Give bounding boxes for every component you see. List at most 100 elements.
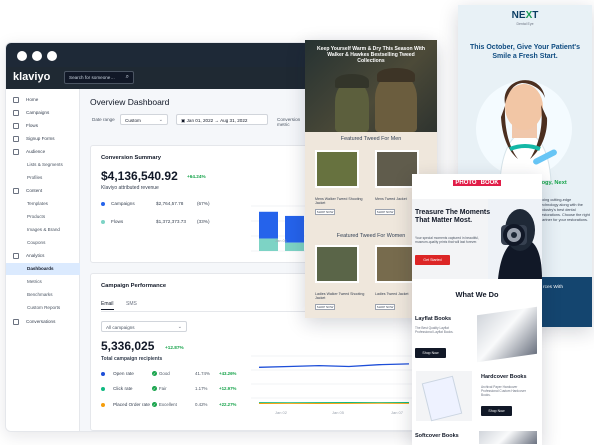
metric-change: +12.97% — [219, 386, 237, 391]
hardcover-books-copy: Archival Paper Hardcover Professional Cu… — [481, 385, 526, 397]
shop-now-button[interactable]: SHOP NOW — [375, 209, 395, 215]
shop-now-button[interactable]: SHOP NOW — [315, 304, 335, 310]
sidebar-item-label: Signup Forms — [26, 136, 55, 141]
metric-rate: 0.42% — [195, 402, 208, 407]
chevron-down-icon: ⌄ — [158, 117, 163, 123]
open-rate-line — [258, 363, 410, 368]
product-label: Mens Walker Tweed Shooting Jacket — [315, 197, 363, 205]
men-section-title: Featured Tweed For Men — [340, 136, 402, 142]
search-input[interactable]: Search for someone… ⌕ — [64, 71, 134, 84]
sidebar-item-images-brand[interactable]: Images & Brand — [6, 224, 80, 236]
sidebar-item-lists-segments[interactable]: Lists & Segments — [6, 159, 80, 171]
dashboard-filters: Date range Custom ⌄ ▣ Jan 01, 2022 → Aug … — [92, 114, 300, 129]
hardcover-book-image — [416, 371, 472, 422]
sidebar-navigation: Home Campaigns Flows Signup Forms Audience Li… — [6, 89, 80, 431]
date-range-select[interactable]: Custom ⌄ — [120, 114, 168, 125]
campaign-metric-row: Placed Order rate — [101, 402, 150, 407]
shop-now-button[interactable]: SHOP NOW — [375, 304, 395, 310]
legend-dot — [101, 371, 105, 376]
analytics-icon — [13, 253, 19, 259]
dentist-image — [476, 80, 572, 181]
window-control-dot[interactable] — [47, 51, 57, 61]
layflat-books-title: Layflat Books — [415, 316, 452, 322]
search-icon[interactable]: ⌕ — [126, 74, 129, 81]
what-we-do-title: What We Do — [455, 290, 499, 299]
window-control-dot[interactable] — [32, 51, 42, 61]
sidebar-item-metrics[interactable]: Metrics — [6, 276, 80, 288]
status-label: Fair — [159, 386, 167, 391]
sidebar-item-campaigns[interactable]: Campaigns — [6, 107, 80, 119]
attributed-revenue-label: Klaviyo attributed revenue — [101, 185, 159, 191]
model-woman-image — [335, 82, 369, 132]
sidebar-item-content[interactable]: Content — [6, 185, 80, 197]
sidebar-item-dashboards[interactable]: Dashboards — [6, 263, 80, 275]
sidebar-item-label: Profiles — [27, 175, 43, 180]
sidebar-item-label: Products — [27, 214, 46, 219]
sidebar-item-analytics[interactable]: Analytics — [6, 250, 80, 262]
campaign-filter-select[interactable]: All campaigns ⌄ — [101, 321, 187, 332]
tab-sms[interactable]: SMS — [126, 301, 137, 307]
sidebar-item-label: Home — [26, 97, 39, 102]
metric-change: +22.27% — [219, 402, 237, 407]
sidebar-item-signup-forms[interactable]: Signup Forms — [6, 133, 80, 145]
revenue-change: +64.24% — [187, 174, 206, 179]
campaign-x-tick: Jan 05 — [332, 410, 345, 415]
metric-benchmark-status: ✓ Excellent — [152, 402, 177, 407]
campaign-x-tick: Jan 02 — [275, 410, 288, 415]
sidebar-item-label: Templates — [27, 201, 48, 206]
photobook-logo-book: BOOK — [478, 180, 501, 186]
shop-now-button[interactable]: Shop Now — [415, 348, 446, 358]
sidebar-item-products[interactable]: Products — [6, 211, 80, 223]
layflat-book-image — [477, 306, 537, 363]
sidebar-item-label: Benchmarks — [27, 292, 53, 297]
sidebar-item-audience[interactable]: Audience — [6, 146, 80, 158]
conversion-share: (67%) — [197, 201, 210, 206]
campaign-recipients-label: Total campaign recipients — [101, 356, 163, 362]
man-hat-image — [377, 68, 415, 82]
date-range-value: Custom — [125, 118, 141, 123]
next-banner-text: rces With — [543, 285, 563, 290]
next-logo-subtitle: Dental Eye — [516, 22, 534, 26]
status-label: Good — [159, 371, 170, 376]
sidebar-item-conversations[interactable]: Conversations — [6, 316, 80, 328]
klaviyo-logo[interactable]: klaviyo — [13, 71, 50, 83]
sidebar-item-label: Metrics — [27, 279, 42, 284]
sidebar-item-profiles[interactable]: Profiles — [6, 172, 80, 184]
sidebar-item-label: Content — [26, 188, 43, 193]
sidebar-item-custom-reports[interactable]: Custom Reports — [6, 302, 80, 314]
next-resources-banner: rces With — [539, 277, 592, 327]
sidebar-item-label: Custom Reports — [27, 305, 61, 310]
sidebar-item-coupons[interactable]: Coupons — [6, 237, 80, 249]
legend-dot — [101, 386, 105, 391]
layflat-books-copy: The Best Quality Layflat Professional La… — [415, 326, 454, 334]
woman-hat-image — [335, 74, 369, 88]
photobook-logo: PHOTO BOOK — [412, 180, 542, 186]
sidebar-item-benchmarks[interactable]: Benchmarks — [6, 289, 80, 301]
photobook-logo-photo: PHOTO — [453, 180, 479, 186]
end-date: Aug 31, 2022 — [220, 118, 248, 123]
campaign-line-chart — [251, 355, 417, 404]
sidebar-item-label: Lists & Segments — [27, 162, 63, 167]
content-icon — [13, 188, 19, 194]
start-date: Jan 01, 2022 — [186, 118, 214, 123]
flow-revenue-bar — [285, 242, 304, 251]
conversion-metric-label: Conversion metric — [277, 117, 301, 127]
tab-email[interactable]: Email — [101, 301, 114, 310]
next-logo-suffix: T — [532, 10, 539, 21]
forms-icon — [13, 136, 19, 142]
sidebar-item-label: Images & Brand — [27, 227, 60, 232]
sidebar-item-flows[interactable]: Flows — [6, 120, 80, 132]
mens-shooting-jacket-image — [315, 150, 359, 188]
check-icon: ✓ — [152, 371, 157, 376]
sidebar-item-templates[interactable]: Templates — [6, 198, 80, 210]
date-picker[interactable]: ▣ Jan 01, 2022 → Aug 31, 2022 — [176, 114, 268, 125]
next-logo: NEXT — [458, 10, 592, 21]
legend-dot — [101, 201, 105, 206]
metric-name: Click rate — [113, 386, 133, 391]
shop-now-button[interactable]: SHOP NOW — [315, 209, 335, 215]
window-control-dot[interactable] — [17, 51, 27, 61]
sidebar-item-home[interactable]: Home — [6, 94, 80, 106]
flows-icon — [13, 123, 19, 129]
get-started-button[interactable]: Get Started — [415, 255, 450, 265]
shop-now-button[interactable]: Shop Now — [481, 406, 512, 416]
